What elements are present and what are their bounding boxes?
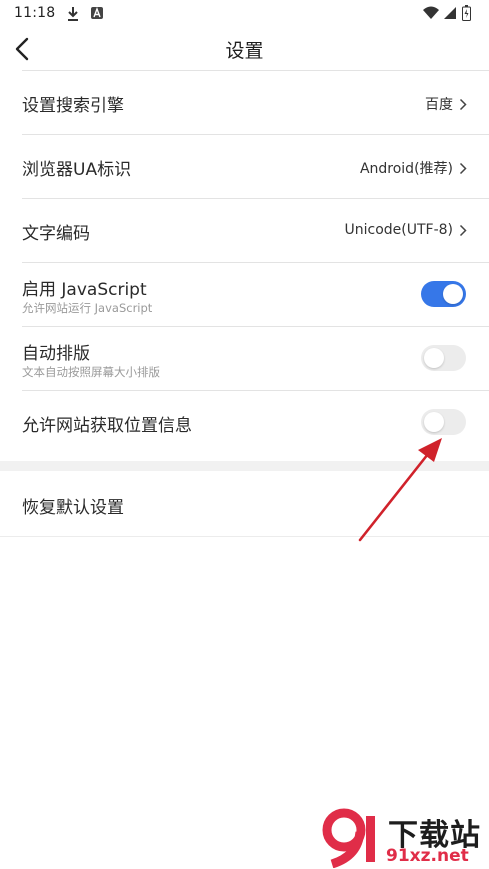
chevron-right-icon (459, 162, 467, 174)
status-bar: 11:18 (0, 0, 489, 28)
page-title: 设置 (225, 40, 264, 62)
setting-encoding[interactable]: 文字编码 Unicode(UTF-8) (22, 198, 489, 262)
setting-auto-layout: 自动排版 文本自动按照屏幕大小排版 (22, 326, 489, 390)
reset-label: 恢复默认设置 (22, 498, 124, 518)
setting-search-engine[interactable]: 设置搜索引擎 百度 (22, 70, 489, 134)
nine-logo-icon (322, 808, 375, 868)
setting-label: 自动排版 (22, 344, 90, 364)
auto-layout-toggle[interactable] (421, 345, 466, 371)
battery-icon (462, 5, 471, 21)
chevron-right-icon (459, 98, 467, 110)
setting-value: Android(推荐) (360, 158, 467, 178)
setting-label: 设置搜索引擎 (22, 96, 124, 116)
toggle-knob (424, 412, 444, 432)
status-time: 11:18 (14, 5, 56, 21)
setting-description: 文本自动按照屏幕大小排版 (22, 365, 160, 379)
setting-value: Unicode(UTF-8) (344, 222, 467, 238)
ua-value: Android(推荐) (359, 161, 453, 177)
setting-javascript: 启用 JavaScript 允许网站运行 JavaScript (22, 262, 489, 326)
setting-ua[interactable]: 浏览器UA标识 Android(推荐) (22, 134, 489, 198)
setting-label: 允许网站获取位置信息 (22, 416, 192, 436)
search-engine-value: 百度 (425, 97, 453, 113)
wifi-icon (423, 6, 439, 19)
encoding-value: Unicode(UTF-8) (344, 222, 453, 238)
setting-value: 百度 (425, 94, 467, 114)
setting-label: 浏览器UA标识 (22, 160, 132, 180)
setting-label: 启用 JavaScript (22, 280, 147, 300)
a-badge-icon (91, 7, 103, 19)
setting-label: 文字编码 (22, 224, 90, 244)
annotation-arrow-icon (358, 438, 442, 542)
download-icon (68, 7, 78, 21)
app-bar: 设置 (0, 28, 489, 70)
signal-icon (444, 7, 456, 19)
settings-list: 设置搜索引擎 百度 浏览器UA标识 Android(推荐) 文字编码 Unico… (0, 70, 489, 454)
chevron-right-icon (459, 224, 467, 236)
setting-description: 允许网站运行 JavaScript (22, 301, 153, 315)
toggle-knob (424, 348, 444, 368)
watermark-logo: 下载站 91xz.net (318, 808, 488, 868)
javascript-toggle[interactable] (421, 281, 466, 307)
watermark-text-bottom: 91xz.net (386, 846, 469, 866)
toggle-knob (443, 284, 463, 304)
